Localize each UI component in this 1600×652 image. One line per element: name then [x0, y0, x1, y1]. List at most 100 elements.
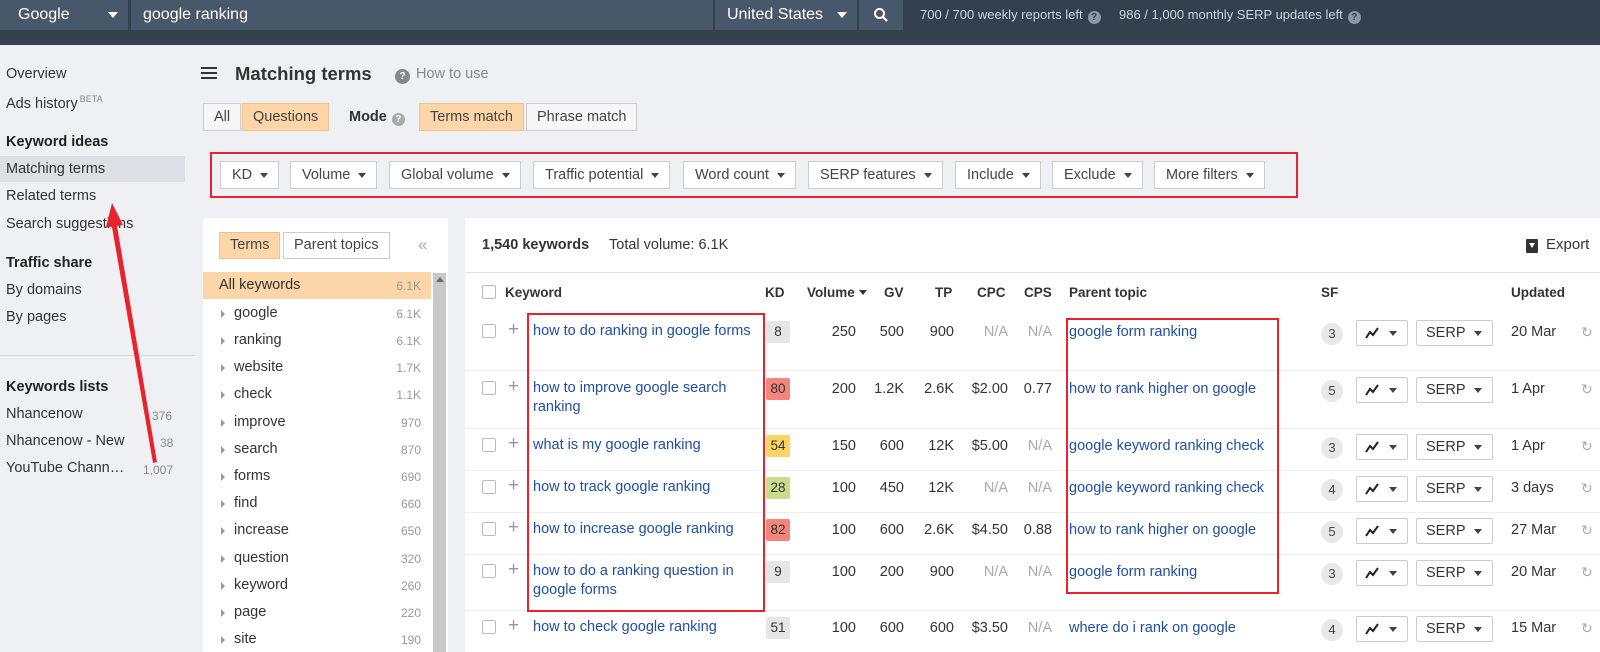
add-to-list-icon[interactable]: +	[508, 517, 519, 539]
trend-dropdown[interactable]	[1356, 320, 1408, 346]
filter-volume[interactable]: Volume	[290, 161, 378, 189]
filter-kd[interactable]: KD	[220, 161, 280, 189]
scroll-up-icon[interactable]	[436, 277, 444, 282]
terms-item[interactable]: find 660	[203, 490, 431, 517]
tab-all[interactable]: All	[203, 103, 242, 131]
serp-dropdown[interactable]: SERP	[1416, 320, 1493, 346]
filter-more-filters[interactable]: More filters	[1154, 161, 1265, 189]
collapse-icon[interactable]: «	[418, 235, 427, 255]
column-header-sf[interactable]: SF	[1321, 285, 1338, 300]
column-header-kd[interactable]: KD	[765, 285, 785, 300]
filter-serp-features[interactable]: SERP features	[808, 161, 943, 189]
terms-item-all-keywords[interactable]: All keywords 6.1K	[203, 272, 431, 299]
column-header-cpc[interactable]: CPC	[977, 285, 1006, 300]
trend-dropdown[interactable]	[1356, 434, 1408, 460]
help-icon[interactable]: ?	[1087, 11, 1101, 24]
serp-dropdown[interactable]: SERP	[1416, 377, 1493, 403]
trend-dropdown[interactable]	[1356, 560, 1408, 586]
row-checkbox[interactable]	[482, 564, 496, 578]
filter-exclude[interactable]: Exclude	[1052, 161, 1143, 189]
serp-features-badge[interactable]: 5	[1321, 521, 1343, 543]
trend-dropdown[interactable]	[1356, 377, 1408, 403]
terms-item[interactable]: page 220	[203, 599, 431, 626]
refresh-icon[interactable]: ↻	[1581, 480, 1593, 497]
trend-dropdown[interactable]	[1356, 476, 1408, 502]
add-to-list-icon[interactable]: +	[508, 475, 519, 497]
add-to-list-icon[interactable]: +	[508, 559, 519, 581]
refresh-icon[interactable]: ↻	[1581, 438, 1593, 455]
row-checkbox[interactable]	[482, 438, 496, 452]
terms-match-button[interactable]: Terms match	[419, 103, 524, 131]
terms-item[interactable]: google 6.1K	[203, 300, 431, 327]
expand-icon[interactable]	[221, 391, 225, 399]
keyword-link[interactable]: how to check google ranking	[533, 618, 758, 637]
serp-dropdown[interactable]: SERP	[1416, 518, 1493, 544]
serp-features-badge[interactable]: 3	[1321, 563, 1343, 585]
serp-features-badge[interactable]: 4	[1321, 619, 1343, 641]
filter-global-volume[interactable]: Global volume	[389, 161, 521, 189]
search-input[interactable]: google ranking	[131, 0, 713, 30]
select-all-checkbox[interactable]	[482, 285, 496, 299]
scrollbar[interactable]	[433, 273, 446, 652]
search-button[interactable]	[859, 0, 903, 30]
country-select[interactable]: United States	[715, 0, 857, 30]
row-checkbox[interactable]	[482, 324, 496, 338]
expand-icon[interactable]	[221, 310, 225, 318]
trend-dropdown[interactable]	[1356, 518, 1408, 544]
serp-features-badge[interactable]: 4	[1321, 479, 1343, 501]
expand-icon[interactable]	[221, 419, 225, 427]
refresh-icon[interactable]: ↻	[1581, 564, 1593, 581]
trend-dropdown[interactable]	[1356, 616, 1408, 642]
export-button[interactable]: Export	[1546, 236, 1589, 253]
column-header-parent-topic[interactable]: Parent topic	[1069, 285, 1147, 300]
expand-icon[interactable]	[221, 473, 225, 481]
expand-icon[interactable]	[221, 364, 225, 372]
refresh-icon[interactable]: ↻	[1581, 324, 1593, 341]
tab-terms[interactable]: Terms	[219, 232, 281, 259]
expand-icon[interactable]	[221, 555, 225, 563]
row-checkbox[interactable]	[482, 522, 496, 536]
add-to-list-icon[interactable]: +	[508, 376, 519, 398]
serp-dropdown[interactable]: SERP	[1416, 560, 1493, 586]
terms-item[interactable]: check 1.1K	[203, 381, 431, 408]
terms-item[interactable]: forms 690	[203, 463, 431, 490]
column-header-volume[interactable]: Volume	[807, 285, 867, 300]
tab-parent-topics[interactable]: Parent topics	[283, 232, 390, 259]
parent-topic-link[interactable]: where do i rank on google	[1069, 620, 1236, 636]
terms-item[interactable]: search 870	[203, 436, 431, 463]
serp-dropdown[interactable]: SERP	[1416, 434, 1493, 460]
column-header-gv[interactable]: GV	[884, 285, 904, 300]
terms-item[interactable]: ranking 6.1K	[203, 327, 431, 354]
serp-dropdown[interactable]: SERP	[1416, 616, 1493, 642]
expand-icon[interactable]	[221, 636, 225, 644]
serp-features-badge[interactable]: 3	[1321, 437, 1343, 459]
expand-icon[interactable]	[221, 527, 225, 535]
serp-features-badge[interactable]: 5	[1321, 380, 1343, 402]
terms-item[interactable]: increase 650	[203, 517, 431, 544]
add-to-list-icon[interactable]: +	[508, 433, 519, 455]
row-checkbox[interactable]	[482, 381, 496, 395]
tab-questions[interactable]: Questions	[242, 103, 330, 131]
expand-icon[interactable]	[221, 609, 225, 617]
phrase-match-button[interactable]: Phrase match	[526, 103, 638, 131]
terms-item[interactable]: question 320	[203, 545, 431, 572]
add-to-list-icon[interactable]: +	[508, 615, 519, 637]
expand-icon[interactable]	[221, 337, 225, 345]
terms-item[interactable]: site 190	[203, 626, 431, 652]
add-to-list-icon[interactable]: +	[508, 319, 519, 341]
column-header-keyword[interactable]: Keyword	[505, 285, 562, 300]
column-header-tp[interactable]: TP	[935, 285, 952, 300]
terms-item[interactable]: improve 970	[203, 409, 431, 436]
refresh-icon[interactable]: ↻	[1581, 381, 1593, 398]
row-checkbox[interactable]	[482, 480, 496, 494]
how-to-use-link[interactable]: ? How to use	[395, 66, 489, 84]
row-checkbox[interactable]	[482, 620, 496, 634]
filter-word-count[interactable]: Word count	[683, 161, 796, 189]
serp-dropdown[interactable]: SERP	[1416, 476, 1493, 502]
terms-item[interactable]: website 1.7K	[203, 354, 431, 381]
terms-item[interactable]: keyword 260	[203, 572, 431, 599]
column-header-cps[interactable]: CPS	[1024, 285, 1052, 300]
filter-traffic-potential[interactable]: Traffic potential	[533, 161, 671, 189]
column-header-updated[interactable]: Updated	[1511, 285, 1565, 300]
export-icon[interactable]	[1526, 239, 1538, 253]
